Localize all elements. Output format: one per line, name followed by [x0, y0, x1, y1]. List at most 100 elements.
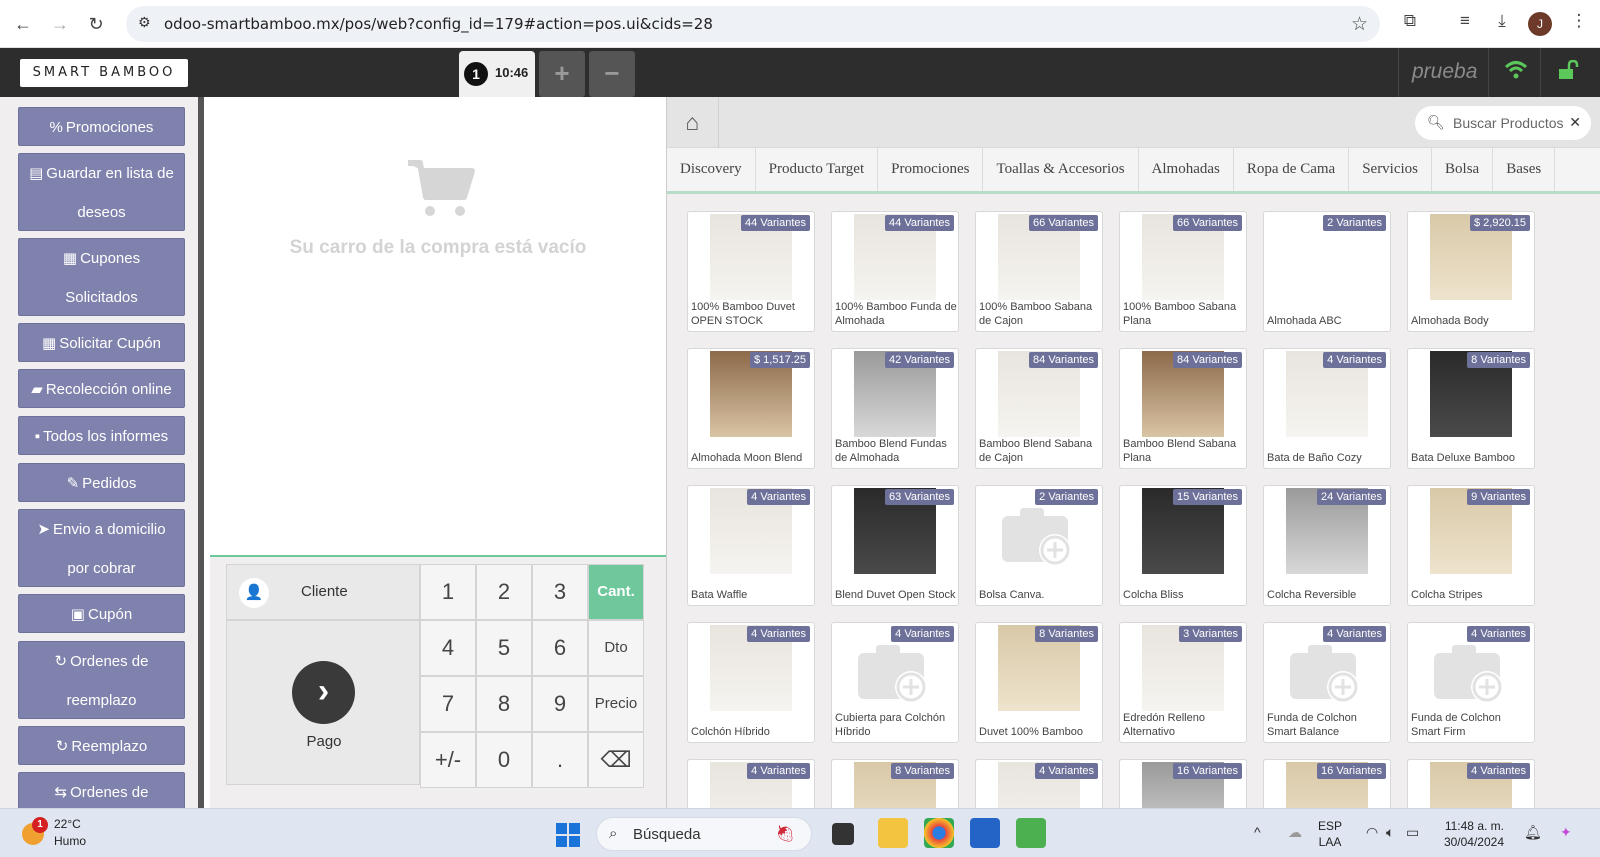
address-bar[interactable]: ⚙ odoo-smartbamboo.mx/pos/web?config_id=…: [126, 6, 1380, 42]
system-clock[interactable]: 11:48 a. m. 30/04/2024: [1426, 818, 1504, 850]
copilot-icon[interactable]: ✦: [1560, 824, 1572, 841]
numpad-key-5[interactable]: 5: [476, 620, 532, 676]
store-icon[interactable]: [970, 818, 1000, 848]
taskbar-search[interactable]: ⌕ Búsqueda 🍓︎: [596, 817, 812, 851]
forward-icon[interactable]: →: [46, 10, 74, 38]
product-card[interactable]: $ 1,517.25 Almohada Moon Blend: [687, 348, 815, 469]
category-tab[interactable]: Ropa de Cama: [1234, 148, 1350, 191]
product-card[interactable]: $ 2,920.15 Almohada Body: [1407, 211, 1535, 332]
customer-button[interactable]: 👤 Cliente: [226, 564, 420, 620]
product-search[interactable]: 🔍︎ Buscar Productos ✕: [1415, 106, 1591, 140]
all-reports-button[interactable]: ▪ Todos los informes: [18, 416, 185, 455]
menu-kebab-icon[interactable]: ⋮: [1566, 11, 1592, 37]
product-card[interactable]: 2 Variantes Bolsa Canva.: [975, 485, 1103, 606]
extensions-icon[interactable]: ⧉: [1397, 11, 1423, 37]
quantity-mode-button[interactable]: Cant.: [588, 564, 644, 620]
wifi-icon[interactable]: ◠: [1366, 824, 1378, 841]
file-explorer-icon[interactable]: [878, 818, 908, 848]
wishlist-button[interactable]: ▤ Guardar en lista de deseos: [18, 153, 185, 231]
input-language[interactable]: ESP LAA: [1318, 818, 1342, 850]
requested-coupons-button[interactable]: ▦ Cupones Solicitados: [18, 238, 185, 316]
category-tab[interactable]: Toallas & Accesorios: [983, 148, 1139, 191]
remove-order-button[interactable]: −: [589, 51, 635, 97]
product-card[interactable]: 9 Variantes Colcha Stripes: [1407, 485, 1535, 606]
product-card[interactable]: 2 Variantes Almohada ABC: [1263, 211, 1391, 332]
product-card[interactable]: 44 Variantes 100% Bamboo Funda de Almohad…: [831, 211, 959, 332]
order-tab[interactable]: 1 10:46: [459, 51, 535, 97]
product-card[interactable]: 4 Variantes: [1407, 759, 1535, 808]
product-card[interactable]: 16 Variantes: [1263, 759, 1391, 808]
product-card[interactable]: 44 Variantes 100% Bamboo Duvet OPEN STOCK: [687, 211, 815, 332]
bookmark-star-icon[interactable]: ☆: [1351, 13, 1368, 36]
chrome-icon[interactable]: [924, 818, 954, 848]
product-card[interactable]: 16 Variantes: [1119, 759, 1247, 808]
home-icon[interactable]: ⌂: [667, 97, 719, 148]
product-card[interactable]: 4 Variantes Bata de Baño Cozy: [1263, 348, 1391, 469]
product-card[interactable]: 3 Variantes Edredón Relleno Alternativo: [1119, 622, 1247, 743]
media-control-icon[interactable]: ≡: [1452, 11, 1478, 37]
price-mode-button[interactable]: Precio: [588, 676, 644, 732]
backspace-icon[interactable]: ⌫: [588, 732, 644, 788]
category-tab[interactable]: Producto Target: [756, 148, 879, 191]
category-tab[interactable]: Bolsa: [1432, 148, 1494, 191]
numpad-key-7[interactable]: 7: [420, 676, 476, 732]
numpad-key-2[interactable]: 2: [476, 564, 532, 620]
windows-start-icon[interactable]: [556, 823, 580, 847]
volume-icon[interactable]: 🔈︎: [1386, 824, 1394, 841]
product-card[interactable]: 24 Variantes Colcha Reversible: [1263, 485, 1391, 606]
profile-avatar[interactable]: J: [1528, 12, 1552, 36]
battery-icon[interactable]: ▭: [1406, 824, 1419, 841]
product-card[interactable]: 4 Variantes Cubierta para Colchón Híbrido: [831, 622, 959, 743]
home-delivery-button[interactable]: ➤ Envio a domicilio por cobrar: [18, 509, 185, 587]
replacement-button[interactable]: ↻ Reemplazo: [18, 726, 185, 765]
cloud-icon[interactable]: ☁: [1288, 824, 1302, 841]
numpad-key-6[interactable]: 6: [532, 620, 588, 676]
orders-button[interactable]: ✎ Pedidos: [18, 463, 185, 502]
numpad-key-dot[interactable]: .: [532, 732, 588, 788]
category-tab[interactable]: Servicios: [1349, 148, 1433, 191]
category-tab[interactable]: Bases: [1493, 148, 1556, 191]
coupon-button[interactable]: ▣ Cupón: [18, 594, 185, 633]
product-card[interactable]: 4 Variantes Colchón Híbrido: [687, 622, 815, 743]
category-tab[interactable]: Almohadas: [1139, 148, 1234, 191]
product-card[interactable]: 4 Variantes Funda de Colchon Smart Balanc…: [1263, 622, 1391, 743]
replacement-orders-button[interactable]: ↻ Ordenes de reemplazo: [18, 641, 185, 719]
product-card[interactable]: 66 Variantes 100% Bamboo Sabana de Cajon: [975, 211, 1103, 332]
product-card[interactable]: 84 Variantes Bamboo Blend Sabana Plana: [1119, 348, 1247, 469]
request-coupon-button[interactable]: ▦ Solicitar Cupón: [18, 323, 185, 362]
product-card[interactable]: 66 Variantes 100% Bamboo Sabana Plana: [1119, 211, 1247, 332]
numpad-key-4[interactable]: 4: [420, 620, 476, 676]
add-order-button[interactable]: +: [539, 51, 585, 97]
product-card[interactable]: 42 Variantes Bamboo Blend Fundas de Almoh…: [831, 348, 959, 469]
numpad-key-1[interactable]: 1: [420, 564, 476, 620]
chevron-up-icon[interactable]: ^: [1254, 824, 1261, 840]
back-icon[interactable]: ←: [9, 10, 37, 38]
product-card[interactable]: 8 Variantes Bata Deluxe Bamboo: [1407, 348, 1535, 469]
category-tab[interactable]: Promociones: [878, 148, 984, 191]
online-pickup-button[interactable]: ▰ Recolección online: [18, 369, 185, 408]
product-card[interactable]: 8 Variantes Duvet 100% Bamboo: [975, 622, 1103, 743]
clear-search-icon[interactable]: ✕: [1569, 114, 1581, 131]
category-tab[interactable]: Discovery: [667, 148, 756, 191]
weather-icon[interactable]: 1: [22, 817, 52, 847]
product-card[interactable]: 84 Variantes Bamboo Blend Sabana de Cajon: [975, 348, 1103, 469]
promotions-button[interactable]: % Promociones: [18, 107, 185, 146]
unlock-icon[interactable]: [1558, 59, 1580, 86]
notification-bell-icon[interactable]: 🔔︎: [1524, 824, 1542, 841]
excel-app-icon[interactable]: [1016, 818, 1046, 848]
numpad-key-8[interactable]: 8: [476, 676, 532, 732]
numpad-key-0[interactable]: 0: [476, 732, 532, 788]
numpad-key-3[interactable]: 3: [532, 564, 588, 620]
product-card[interactable]: 15 Variantes Colcha Bliss: [1119, 485, 1247, 606]
discount-mode-button[interactable]: Dto: [588, 620, 644, 676]
product-card[interactable]: 4 Variantes: [975, 759, 1103, 808]
payment-button[interactable]: › Pago: [226, 620, 420, 785]
exchange-orders-button[interactable]: ⇆ Ordenes de: [18, 772, 185, 808]
cashier-name[interactable]: prueba: [1412, 60, 1477, 84]
task-view-icon[interactable]: [832, 823, 854, 845]
product-card[interactable]: 8 Variantes: [831, 759, 959, 808]
product-card[interactable]: 4 Variantes Funda de Colchon Smart Firm: [1407, 622, 1535, 743]
numpad-key-9[interactable]: 9: [532, 676, 588, 732]
numpad-key-plusminus[interactable]: +/-: [420, 732, 476, 788]
product-card[interactable]: 4 Variantes Bata Waffle: [687, 485, 815, 606]
